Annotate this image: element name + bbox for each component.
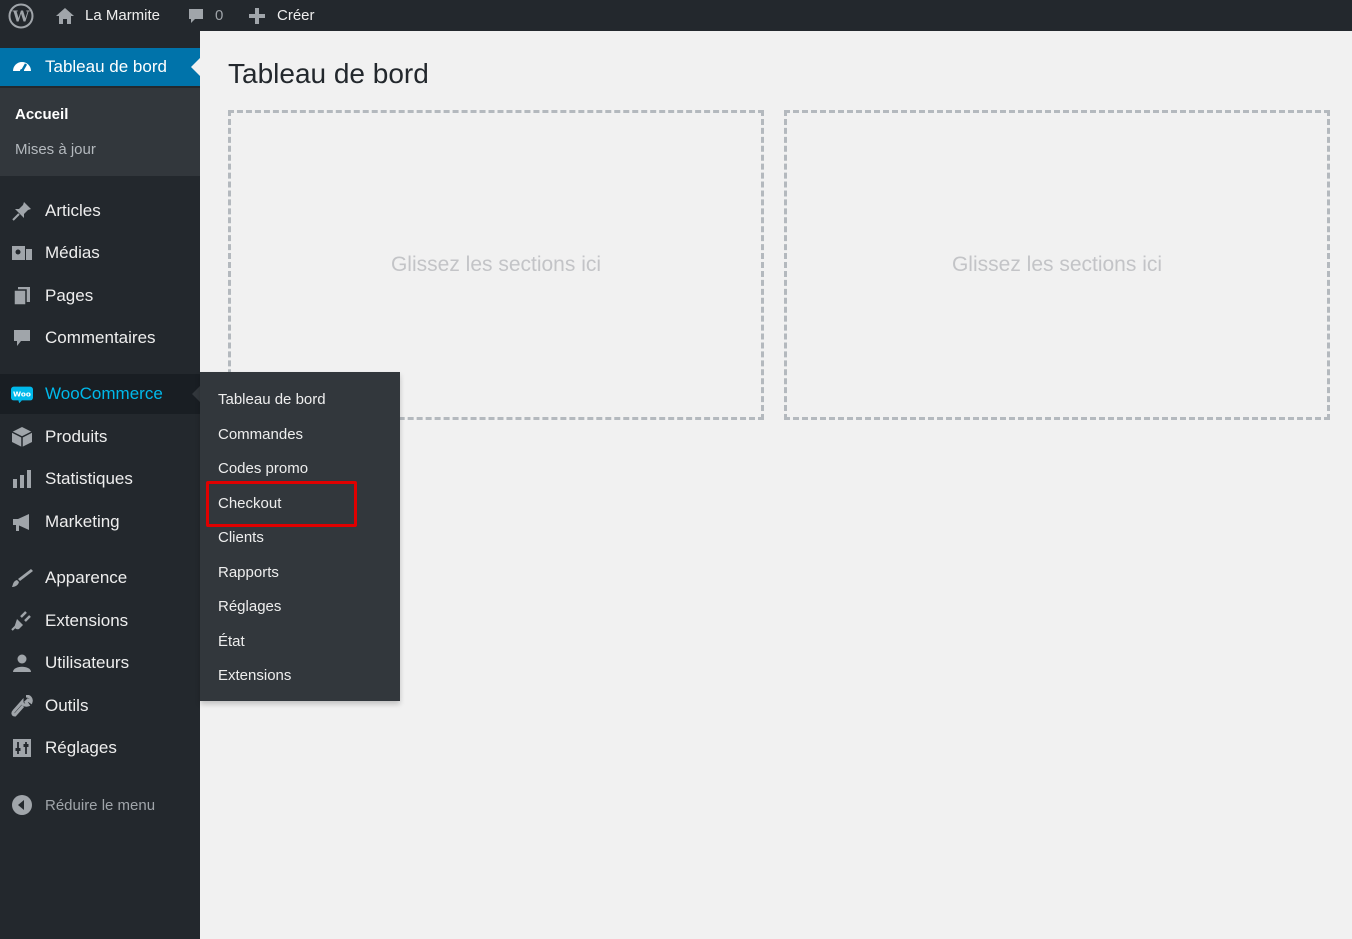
plugin-icon [11, 610, 33, 632]
home-icon [55, 7, 75, 25]
dropzone-label: Glissez les sections ici [390, 253, 602, 276]
menu-label-media: Médias [45, 243, 100, 262]
menu-item-dashboard[interactable]: Tableau de bord [0, 48, 200, 86]
menu-label-articles: Articles [45, 201, 101, 220]
menu-label-extensions: Extensions [45, 611, 129, 630]
menu-item-extensions[interactable]: Extensions [0, 601, 200, 641]
menu-item-stats[interactable]: Statistiques [0, 459, 200, 499]
menu-label-woocommerce: WooCommerce [45, 384, 163, 403]
box-icon [11, 426, 33, 448]
user-icon [11, 652, 33, 674]
flyout-item-status[interactable]: État [218, 633, 245, 650]
menu-label-dashboard: Tableau de bord [45, 57, 167, 76]
megaphone-icon [11, 511, 33, 533]
comment-icon [11, 327, 33, 349]
menu-label-stats: Statistiques [45, 469, 133, 488]
plus-icon [248, 7, 266, 25]
comment-bubble-icon [187, 7, 205, 25]
collapse-menu-label: Réduire le menu [45, 796, 156, 814]
submenu-item-updates[interactable]: Mises à jour [15, 141, 96, 158]
menu-item-comments[interactable]: Commentaires [0, 318, 200, 358]
flyout-item-orders[interactable]: Commandes [218, 426, 303, 443]
admin-sidebar: Tableau de bord Accueil Mises à jour Art… [0, 31, 200, 939]
admin-bar: W La Marmite 0 Créer [0, 0, 1352, 31]
menu-item-users[interactable]: Utilisateurs [0, 643, 200, 683]
submenu-item-home[interactable]: Accueil [15, 106, 68, 123]
collapse-menu-button[interactable]: Réduire le menu [0, 785, 200, 825]
flyout-item-extensions[interactable]: Extensions [218, 667, 291, 684]
flyout-item-settings[interactable]: Réglages [218, 598, 281, 615]
settings-icon [11, 737, 33, 759]
bar-chart-icon [11, 468, 33, 490]
menu-item-articles[interactable]: Articles [0, 191, 200, 231]
create-new-link[interactable]: Créer [248, 0, 315, 31]
collapse-arrow-icon [11, 794, 33, 816]
menu-item-tools[interactable]: Outils [0, 686, 200, 726]
menu-item-settings[interactable]: Réglages [0, 728, 200, 768]
menu-label-comments: Commentaires [45, 328, 156, 347]
menu-label-products: Produits [45, 427, 108, 446]
menu-label-appearance: Apparence [45, 568, 128, 587]
checkout-highlight-box [206, 481, 357, 527]
flyout-item-coupons[interactable]: Codes promo [218, 460, 308, 477]
site-name: La Marmite [85, 7, 161, 24]
site-home-link[interactable]: La Marmite [55, 0, 160, 31]
comments-link[interactable]: 0 [187, 0, 223, 31]
menu-item-media[interactable]: Médias [0, 233, 200, 273]
svg-text:Woo: Woo [13, 390, 31, 399]
menu-label-users: Utilisateurs [45, 653, 130, 672]
pages-icon [11, 285, 33, 307]
dashboard-icon [11, 56, 33, 78]
wordpress-logo-icon[interactable]: W [8, 0, 34, 31]
menu-label-settings: Réglages [45, 738, 117, 757]
menu-item-products[interactable]: Produits [0, 417, 200, 457]
wrench-icon [11, 695, 33, 717]
dashboard-submenu: Accueil Mises à jour [0, 88, 200, 176]
woo-icon: Woo [11, 383, 33, 405]
pin-icon [11, 200, 33, 222]
menu-label-marketing: Marketing [45, 512, 120, 531]
menu-item-appearance[interactable]: Apparence [0, 558, 200, 598]
comments-count: 0 [215, 7, 224, 24]
flyout-item-customers[interactable]: Clients [218, 529, 264, 546]
brush-icon [11, 567, 33, 589]
menu-item-pages[interactable]: Pages [0, 276, 200, 316]
menu-item-woocommerce[interactable]: Woo WooCommerce [0, 374, 200, 414]
page-title: Tableau de bord [228, 58, 429, 89]
dropzone-label: Glissez les sections ici [951, 253, 1163, 276]
dropzone-right[interactable]: Glissez les sections ici [784, 110, 1330, 420]
menu-label-pages: Pages [45, 286, 94, 305]
create-label: Créer [277, 7, 315, 24]
menu-label-tools: Outils [45, 696, 89, 715]
flyout-item-dashboard[interactable]: Tableau de bord [218, 391, 326, 408]
media-icon [11, 242, 33, 264]
flyout-item-reports[interactable]: Rapports [218, 564, 279, 581]
menu-item-marketing[interactable]: Marketing [0, 502, 200, 542]
woocommerce-flyout-menu: Tableau de bord Commandes Codes promo Ch… [200, 372, 400, 701]
svg-text:W: W [12, 7, 31, 25]
